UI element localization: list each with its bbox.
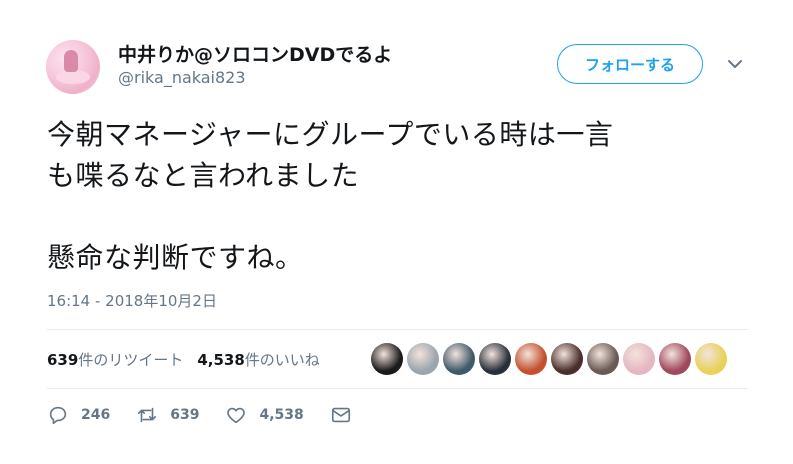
like-button[interactable]: 4,538	[225, 404, 304, 426]
liker-avatar[interactable]	[479, 343, 511, 375]
reply-icon	[49, 406, 67, 425]
retweet-count: 639	[170, 407, 200, 423]
liker-avatar[interactable]	[371, 343, 403, 375]
tweet-timestamp[interactable]: 16:14 - 2018年10月2日	[47, 290, 217, 311]
avatar-detail	[56, 70, 90, 84]
heart-icon	[227, 407, 246, 424]
retweets-label: 件のリツイート	[78, 350, 184, 369]
likes-count: 4,538	[197, 350, 245, 369]
retweet-button[interactable]: 639	[136, 404, 199, 426]
likes-label: 件のいいね	[244, 350, 320, 369]
like-count: 4,538	[259, 407, 304, 423]
avatar-figure	[64, 50, 78, 72]
divider	[47, 388, 748, 389]
tweet-actions: 246 639 4,538	[47, 402, 378, 428]
liker-avatar[interactable]	[695, 343, 727, 375]
liker-avatar[interactable]	[407, 343, 439, 375]
retweet-icon	[138, 407, 157, 423]
tweet-text: 今朝マネージャーにグループでいる時は一言 も喋るなと言われました 懸命な判断です…	[47, 118, 614, 274]
liker-avatar[interactable]	[587, 343, 619, 375]
liker-avatar[interactable]	[515, 343, 547, 375]
reply-count: 246	[81, 407, 111, 423]
liker-avatar[interactable]	[551, 343, 583, 375]
chevron-down-icon[interactable]	[727, 58, 743, 70]
liker-avatar[interactable]	[659, 343, 691, 375]
retweets-stat[interactable]: 639件のリツイート	[47, 349, 183, 370]
avatar[interactable]	[46, 40, 100, 94]
author-display-name[interactable]: 中井りか@ソロコンDVDでるよ	[118, 40, 392, 67]
direct-message-button[interactable]	[330, 404, 352, 426]
retweets-count: 639	[47, 350, 79, 369]
follow-button[interactable]: フォローする	[557, 44, 703, 84]
engagement-stats: 639件のリツイート 4,538件のいいね	[47, 344, 334, 374]
likers-avatars	[371, 343, 731, 375]
envelope-icon	[331, 407, 350, 423]
liker-avatar[interactable]	[623, 343, 655, 375]
liker-avatar[interactable]	[443, 343, 475, 375]
reply-button[interactable]: 246	[47, 404, 110, 426]
likes-stat[interactable]: 4,538件のいいね	[197, 349, 319, 370]
author-handle[interactable]: @rika_nakai823	[118, 68, 246, 87]
divider	[47, 329, 748, 330]
